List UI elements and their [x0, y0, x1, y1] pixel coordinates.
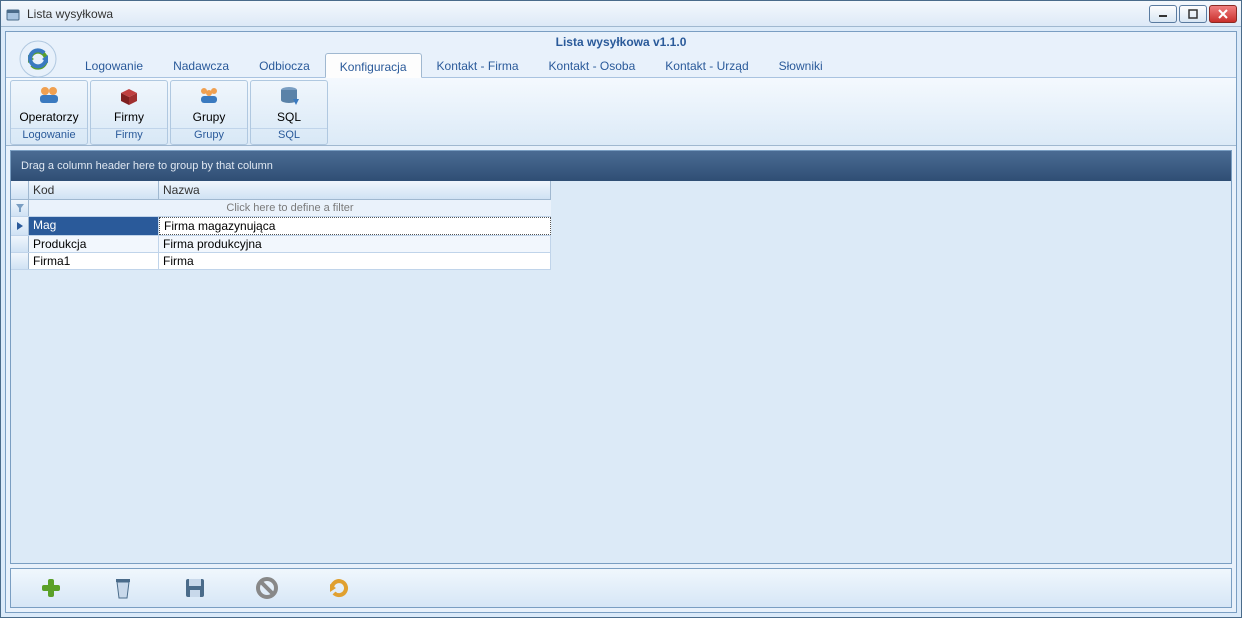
grupy-button[interactable]: Grupy — [173, 83, 245, 126]
group-by-panel[interactable]: Drag a column header here to group by th… — [11, 151, 1231, 181]
application-window: Lista wysyłkowa Lista wysyłkowa v1.1.0 L… — [0, 0, 1242, 618]
box-icon — [117, 85, 141, 108]
add-button[interactable] — [39, 576, 63, 600]
ribbon-label: Grupy — [193, 110, 226, 124]
ribbon-group-logowanie: Operatorzy Logowanie — [10, 80, 88, 145]
menu-item-kontakt-osoba[interactable]: Kontakt - Osoba — [534, 52, 651, 77]
close-button[interactable] — [1209, 5, 1237, 23]
cell-nazwa[interactable]: Firma — [159, 253, 551, 269]
menu-item-kontakt-urzad[interactable]: Kontakt - Urząd — [650, 52, 763, 77]
data-grid-panel: Drag a column header here to group by th… — [10, 150, 1232, 564]
ribbon-group-grupy: Grupy Grupy — [170, 80, 248, 145]
indicator-column-header — [11, 181, 29, 199]
filter-icon — [11, 200, 29, 216]
row-indicator — [11, 217, 29, 235]
sql-button[interactable]: SQL — [253, 83, 325, 126]
app-header-title: Lista wysyłkowa v1.1.0 — [6, 32, 1236, 52]
titlebar[interactable]: Lista wysyłkowa — [1, 1, 1241, 27]
ribbon-label: Operatorzy — [19, 110, 78, 124]
cell-kod[interactable]: Firma1 — [29, 253, 159, 269]
app-icon — [5, 6, 21, 22]
menu-item-odbiocza[interactable]: Odbiocza — [244, 52, 325, 77]
maximize-button[interactable] — [1179, 5, 1207, 23]
menu-item-konfiguracja[interactable]: Konfiguracja — [325, 53, 422, 78]
refresh-button[interactable] — [327, 576, 351, 600]
menu-item-kontakt-firma[interactable]: Kontakt - Firma — [422, 52, 534, 77]
users-icon — [37, 85, 61, 108]
cell-nazwa[interactable]: Firma produkcyjna — [159, 236, 551, 252]
refresh-main-icon[interactable] — [14, 35, 62, 83]
menu-item-slowniki[interactable]: Słowniki — [764, 52, 838, 77]
menu-item-logowanie[interactable]: Logowanie — [70, 52, 158, 77]
ribbon-label: SQL — [277, 110, 301, 124]
ribbon-caption: Firmy — [91, 128, 167, 144]
window-controls — [1149, 5, 1237, 23]
save-button[interactable] — [183, 576, 207, 600]
bottom-toolbar — [10, 568, 1232, 608]
column-header-nazwa[interactable]: Nazwa — [159, 181, 551, 199]
cell-kod[interactable]: Mag — [29, 217, 159, 235]
app-frame: Lista wysyłkowa v1.1.0 Logowanie Nadawcz… — [5, 31, 1237, 613]
cell-kod[interactable]: Produkcja — [29, 236, 159, 252]
ribbon: Operatorzy Logowanie Firmy Firmy Grupy — [6, 78, 1236, 146]
column-header-kod[interactable]: Kod — [29, 181, 159, 199]
filter-row[interactable]: Click here to define a filter — [11, 200, 551, 217]
menubar: Logowanie Nadawcza Odbiocza Konfiguracja… — [6, 52, 1236, 78]
grid-header-row: Kod Nazwa — [11, 181, 551, 200]
filter-hint[interactable]: Click here to define a filter — [29, 200, 551, 216]
row-indicator — [11, 253, 29, 269]
table-row[interactable]: Mag Firma magazynująca — [11, 217, 551, 236]
group-icon — [197, 85, 221, 108]
operatorzy-button[interactable]: Operatorzy — [13, 83, 85, 126]
database-icon — [277, 85, 301, 108]
ribbon-caption: Logowanie — [11, 128, 87, 144]
ribbon-group-sql: SQL SQL — [250, 80, 328, 145]
ribbon-caption: SQL — [251, 128, 327, 144]
table-row[interactable]: Produkcja Firma produkcyjna — [11, 236, 551, 253]
table-row[interactable]: Firma1 Firma — [11, 253, 551, 270]
firmy-button[interactable]: Firmy — [93, 83, 165, 126]
minimize-button[interactable] — [1149, 5, 1177, 23]
data-grid: Kod Nazwa Click here to define a filter … — [11, 181, 551, 270]
delete-button[interactable] — [111, 576, 135, 600]
row-indicator — [11, 236, 29, 252]
ribbon-caption: Grupy — [171, 128, 247, 144]
ribbon-group-firmy: Firmy Firmy — [90, 80, 168, 145]
ribbon-label: Firmy — [114, 110, 144, 124]
cell-nazwa[interactable]: Firma magazynująca — [159, 217, 551, 235]
cancel-button[interactable] — [255, 576, 279, 600]
window-title: Lista wysyłkowa — [27, 7, 1149, 21]
menu-item-nadawcza[interactable]: Nadawcza — [158, 52, 244, 77]
